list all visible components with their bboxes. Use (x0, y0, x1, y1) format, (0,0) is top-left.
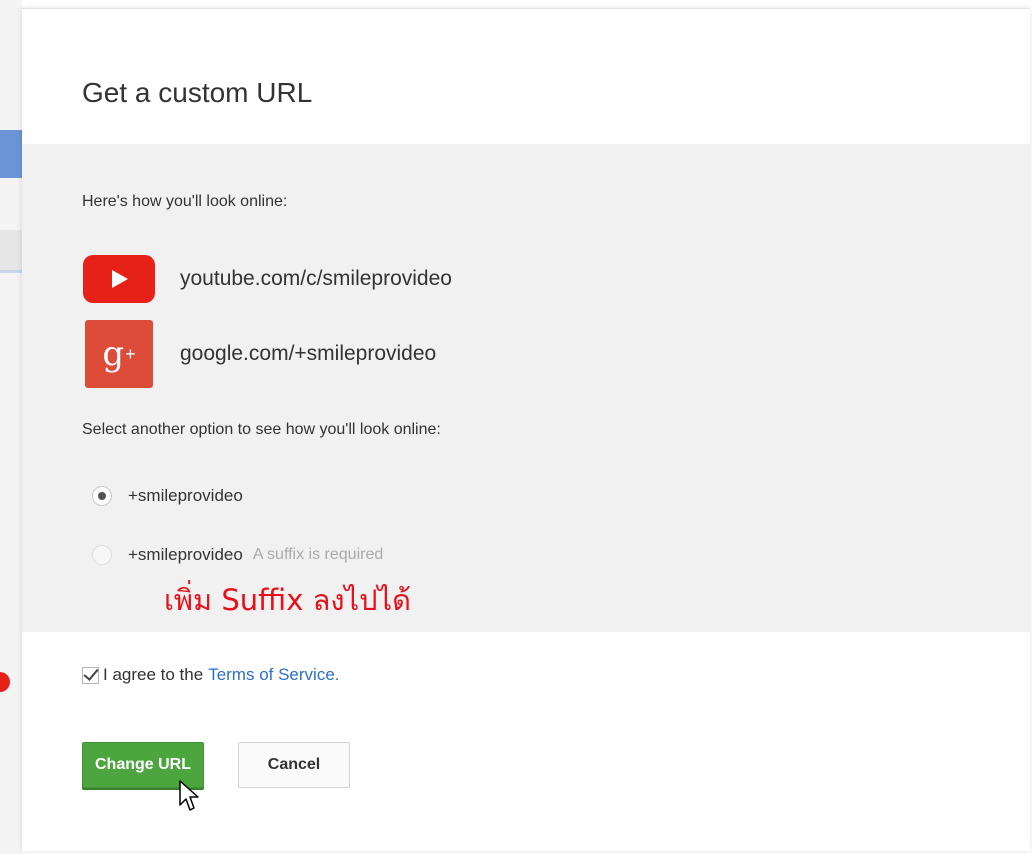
youtube-url-row: youtube.com/c/smileprovideo (82, 254, 452, 304)
terms-of-service-link[interactable]: Terms of Service. (208, 665, 339, 685)
cancel-button[interactable]: Cancel (238, 742, 350, 788)
radio-button-selected[interactable] (92, 486, 112, 506)
annotation-text: เพิ่ม Suffix ลงไปได้ (164, 583, 411, 617)
background-tab (0, 130, 22, 178)
agree-text: I agree to the (103, 665, 204, 684)
radio-button-unselected[interactable] (92, 545, 112, 565)
custom-url-dialog: Get a custom URL Here's how you'll look … (22, 8, 1030, 851)
background-subscribe-badge (0, 672, 10, 692)
google-plus-icon: g + (85, 320, 153, 388)
url-option-label[interactable]: +smileprovideo (128, 486, 243, 506)
url-option-label[interactable]: +smileprovideo (128, 545, 243, 565)
mouse-cursor-icon (179, 780, 199, 811)
youtube-url: youtube.com/c/smileprovideo (180, 267, 452, 290)
dialog-title: Get a custom URL (82, 77, 313, 108)
url-option-1[interactable]: +smileprovideo (92, 486, 243, 506)
suffix-hint: A suffix is required (252, 546, 384, 563)
select-option-label: Select another option to see how you'll … (82, 421, 441, 438)
background-page (0, 0, 22, 854)
google-plus-url: google.com/+smileprovideo (180, 342, 437, 365)
url-option-2[interactable]: +smileprovideo A suffix is required (92, 545, 383, 565)
terms-agreement: I agree to the Terms of Service. (82, 665, 340, 685)
youtube-icon (83, 255, 155, 303)
background-divider (0, 230, 22, 273)
agree-checkbox[interactable] (82, 666, 99, 684)
preview-label: Here's how you'll look online: (82, 193, 288, 210)
google-plus-url-row: g + google.com/+smileprovideo (82, 320, 436, 388)
